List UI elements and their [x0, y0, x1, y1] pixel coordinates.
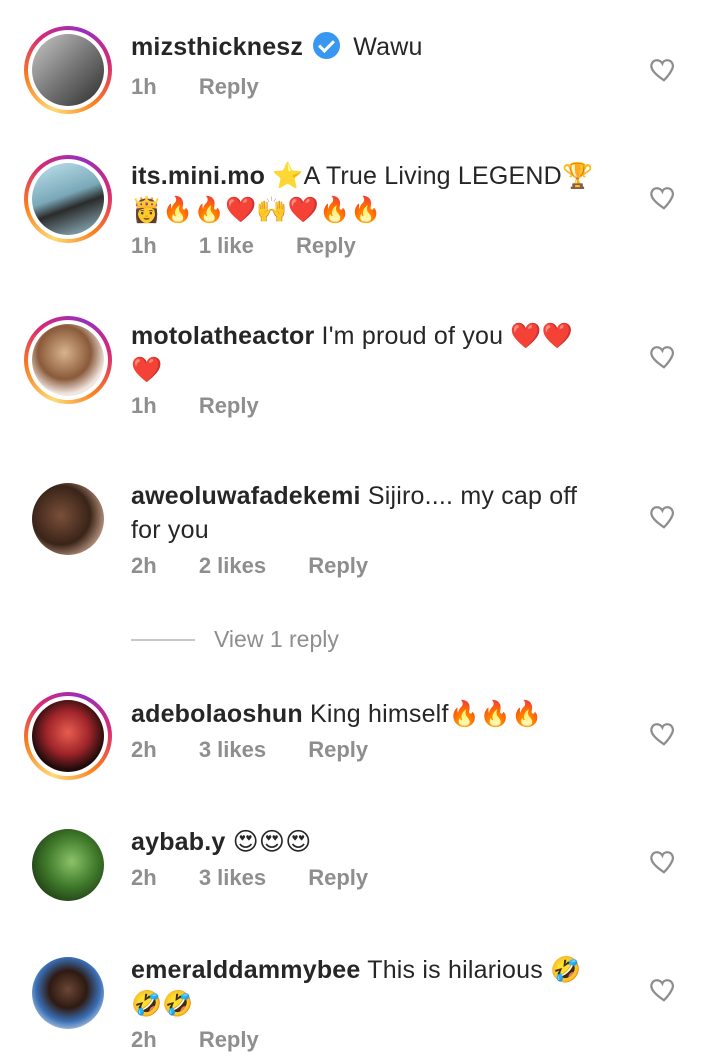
heart-outline-icon[interactable] [648, 846, 680, 876]
comment-text-continued: 👸🔥🔥❤️🙌❤️🔥🔥 [131, 196, 382, 224]
comment-text: 😍😍😍 [232, 828, 312, 856]
comment-time: 1h [131, 74, 157, 99]
comment-text: This is hilarious 🤣 [367, 956, 582, 984]
comment-text-continued: 🤣🤣 [131, 990, 194, 1018]
comment-text: Wawu [353, 33, 423, 61]
reply-button[interactable]: Reply [308, 737, 368, 763]
username[interactable]: motolatheactor [131, 322, 314, 350]
username[interactable]: mizsthicknesz [131, 33, 303, 61]
comment-text-continued: ❤️ [131, 356, 163, 384]
comment-time: 2h [131, 865, 157, 890]
heart-outline-icon[interactable] [648, 182, 680, 212]
avatar[interactable] [32, 483, 104, 555]
reply-button[interactable]: Reply [308, 865, 368, 891]
comment-time: 1h [131, 233, 157, 258]
avatar[interactable] [24, 155, 112, 243]
reply-button[interactable]: Reply [199, 393, 259, 419]
username[interactable]: aybab.y [131, 828, 226, 856]
comment-text: Sijiro.... my cap off [367, 482, 578, 510]
comment-text-continued: for you [131, 516, 209, 544]
comment-text: King himself🔥🔥🔥 [310, 700, 543, 728]
like-count[interactable]: 1 like [199, 233, 254, 259]
avatar[interactable] [24, 316, 112, 404]
view-replies-label[interactable]: View 1 reply [214, 626, 339, 653]
heart-outline-icon[interactable] [648, 54, 680, 84]
username[interactable]: aweoluwafadekemi [131, 482, 361, 510]
heart-outline-icon[interactable] [648, 341, 680, 371]
divider [131, 639, 195, 641]
reply-button[interactable]: Reply [199, 1027, 259, 1053]
like-count[interactable]: 3 likes [199, 737, 266, 763]
avatar[interactable] [24, 26, 112, 114]
comment-time: 2h [131, 737, 157, 762]
reply-button[interactable]: Reply [199, 74, 259, 100]
comment-text: ⭐A True Living LEGEND🏆 [272, 162, 594, 190]
username[interactable]: emeralddammybee [131, 956, 361, 984]
comment-text: I'm proud of you ❤️❤️ [321, 322, 574, 350]
heart-outline-icon[interactable] [648, 501, 680, 531]
heart-outline-icon[interactable] [648, 974, 680, 1004]
avatar[interactable] [24, 692, 112, 780]
comment-time: 2h [131, 553, 157, 578]
comment-time: 2h [131, 1027, 157, 1052]
verified-badge-icon [313, 32, 341, 59]
like-count[interactable]: 2 likes [199, 553, 266, 579]
avatar[interactable] [32, 957, 104, 1029]
avatar[interactable] [32, 829, 104, 901]
reply-button[interactable]: Reply [296, 233, 356, 259]
like-count[interactable]: 3 likes [199, 865, 266, 891]
reply-button[interactable]: Reply [308, 553, 368, 579]
username[interactable]: adebolaoshun [131, 700, 303, 728]
heart-outline-icon[interactable] [648, 718, 680, 748]
username[interactable]: its.mini.mo [131, 162, 265, 190]
comment-time: 1h [131, 393, 157, 418]
